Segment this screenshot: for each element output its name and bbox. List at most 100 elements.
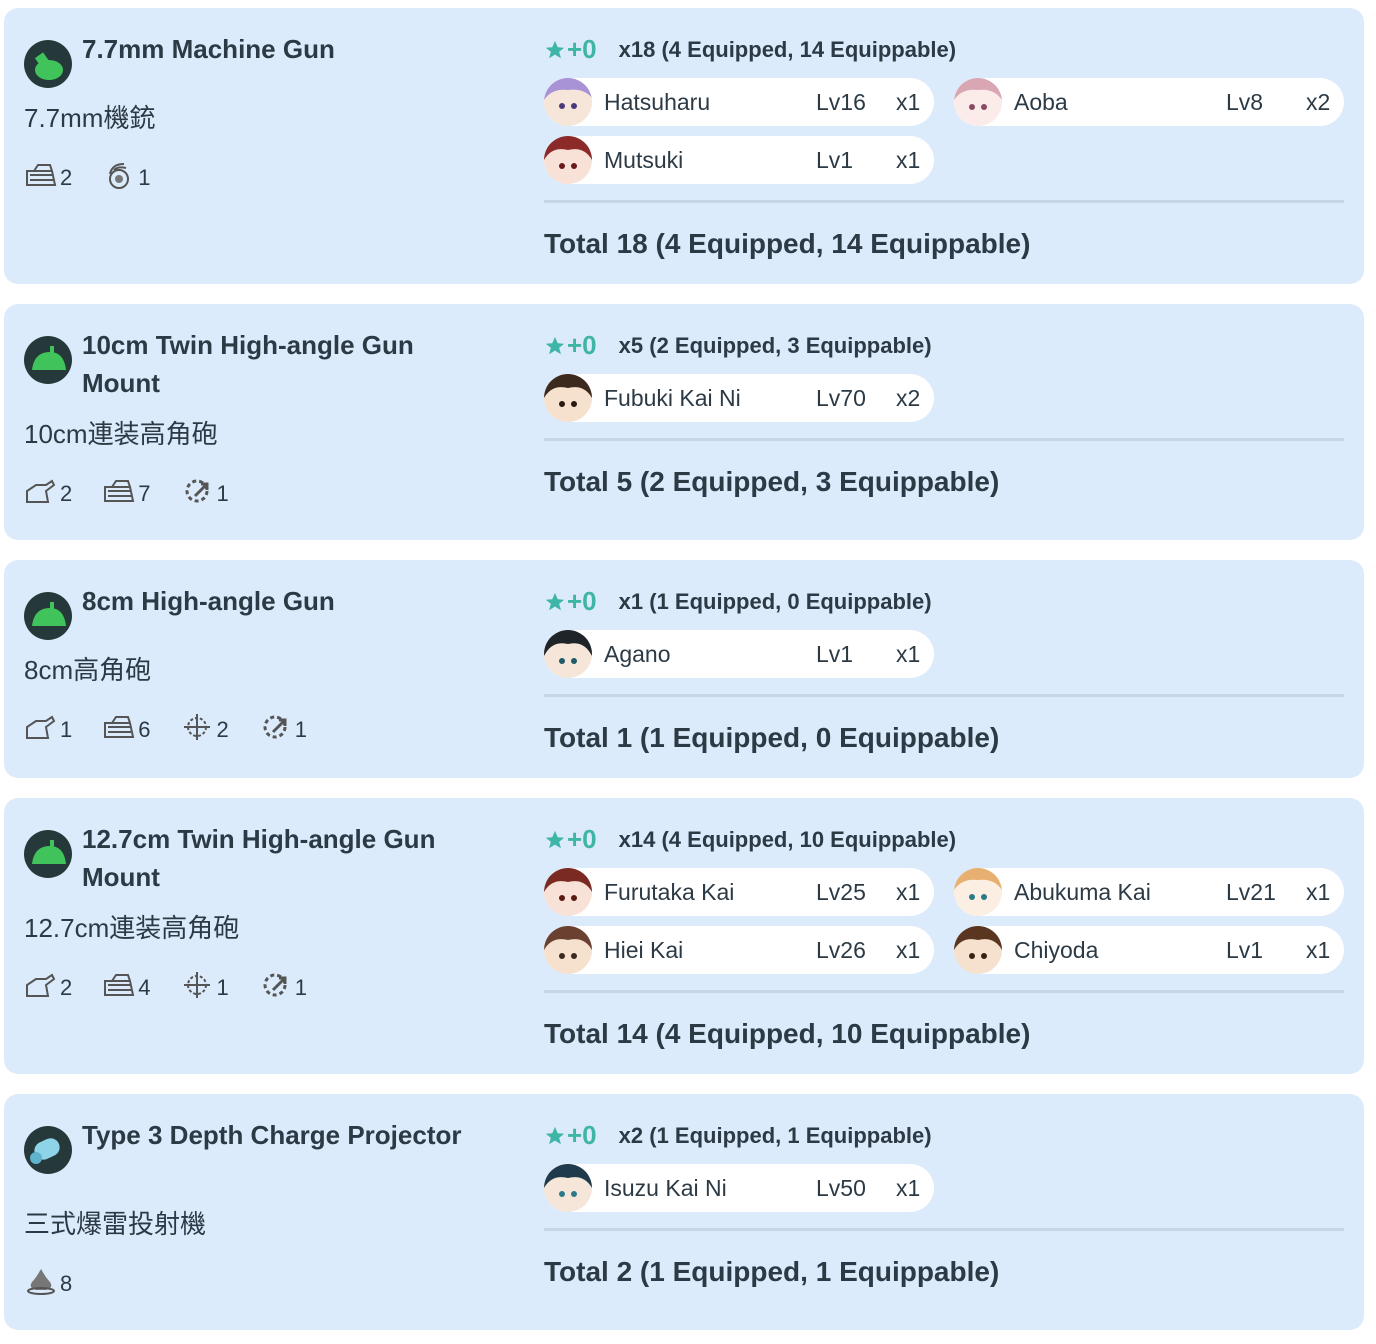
stat-value: 2 [60,165,73,190]
ship-chip[interactable]: Fubuki Kai Ni Lv70 x2 [544,374,934,422]
stat-value: 1 [60,717,73,742]
equipment-name-jp: 三式爆雷投射機 [24,1209,207,1239]
count-text: x18 (4 Equipped, 14 Equippable) [618,36,957,62]
stat-firepower: 2 [24,477,72,511]
ship-level: Lv1 [816,146,854,173]
improvement-level: +0 [544,34,597,65]
stat-value: 1 [216,481,229,506]
equipment-name-jp: 10cm連装高角砲 [24,419,218,449]
total-count: Total 2 (1 Equipped, 1 Equippable) [544,1256,1000,1287]
star-label: +0 [567,586,597,616]
ship-level: Lv1 [1226,936,1264,963]
ship-avatar [544,926,592,974]
stat-evasion: 1 [102,160,151,196]
ship-chip[interactable]: Aoba Lv8 x2 [954,78,1344,126]
divider [544,694,1344,697]
equipment-name: Type 3 Depth Charge Projector [82,1120,462,1150]
stat-anti-air: 6 [102,713,151,747]
stat-armor: 1 [259,970,307,1006]
stat-firepower: 1 [24,713,72,747]
high-angle-gun-icon [24,592,72,640]
ship-qty: x1 [896,936,921,963]
ship-level: Lv16 [816,88,866,115]
ship-name: Abukuma Kai [1014,878,1151,905]
evasion-icon [102,160,138,196]
ship-name: Aoba [1014,88,1068,115]
ship-avatar [544,374,592,422]
ship-chip[interactable]: Abukuma Kai Lv21 x1 [954,868,1344,916]
total-count: Total 5 (2 Equipped, 3 Equippable) [544,466,1000,497]
total-count: Total 14 (4 Equipped, 10 Equippable) [544,1018,1031,1049]
ship-level: Lv70 [816,384,866,411]
stat-value: 1 [216,975,229,1000]
divider [544,990,1344,993]
stat-value: 1 [294,975,307,1000]
stat-list: 1 6 2 1 [24,712,337,748]
ship-level: Lv50 [816,1174,866,1201]
anti-air-icon [102,971,138,1005]
ship-chip[interactable]: Mutsuki Lv1 x1 [544,136,934,184]
count-summary: +0 x1 (1 Equipped, 0 Equippable) [544,586,932,617]
count-text: x1 (1 Equipped, 0 Equippable) [618,588,932,614]
star-label: +0 [567,824,597,854]
aa-gun-icon [24,40,72,88]
ship-level: Lv8 [1226,88,1264,115]
ship-qty: x2 [1306,88,1331,115]
ship-qty: x1 [896,88,921,115]
stat-list: 2 4 1 1 [24,970,337,1006]
equipment-name: 10cm Twin High-angle Gun Mount [82,330,414,398]
firepower-icon [24,971,60,1005]
stat-list: 8 [24,1266,102,1302]
stat-anti-air: 7 [102,477,151,511]
stat-value: 7 [138,481,151,506]
stat-anti-air: 4 [102,971,151,1005]
equipment-card: 12.7cm Twin High-angle Gun Mount 12.7cm連… [4,798,1364,1074]
divider [544,1228,1344,1231]
ship-qty: x1 [896,1174,921,1201]
stat-anti-submarine: 8 [24,1266,72,1302]
ship-qty: x2 [896,384,921,411]
total-count: Total 18 (4 Equipped, 14 Equippable) [544,228,1031,259]
equipment-card: 7.7mm Machine Gun 7.7mm機銃 2 1 +0 x18 (4 … [4,8,1364,284]
equipment-card: Type 3 Depth Charge Projector 三式爆雷投射機 8 … [4,1094,1364,1330]
ship-name: Chiyoda [1014,936,1099,963]
ship-name: Hatsuharu [604,88,711,115]
equipment-name-jp: 7.7mm機銃 [24,103,156,133]
ship-chip[interactable]: Agano Lv1 x1 [544,630,934,678]
ship-avatar [954,926,1002,974]
ship-name: Isuzu Kai Ni [604,1174,727,1201]
ship-avatar [544,868,592,916]
star-label: +0 [567,1120,597,1150]
ship-qty: x1 [1306,878,1331,905]
improvement-level: +0 [544,1120,597,1151]
armor-icon [259,712,295,748]
accuracy-icon [181,970,217,1006]
ship-chip[interactable]: Furutaka Kai Lv25 x1 [544,868,934,916]
high-angle-gun-icon [24,830,72,878]
equipment-name: 12.7cm Twin High-angle Gun Mount [82,824,436,892]
stat-list: 2 1 [24,160,181,196]
anti-submarine-icon [24,1266,60,1302]
total-count: Total 1 (1 Equipped, 0 Equippable) [544,722,1000,753]
ship-level: Lv1 [816,640,854,667]
count-text: x2 (1 Equipped, 1 Equippable) [618,1122,932,1148]
stat-armor: 1 [181,476,229,512]
ship-chip[interactable]: Hatsuharu Lv16 x1 [544,78,934,126]
stat-value: 1 [138,165,151,190]
count-text: x5 (2 Equipped, 3 Equippable) [618,332,932,358]
ship-chip[interactable]: Isuzu Kai Ni Lv50 x1 [544,1164,934,1212]
high-angle-gun-icon [24,336,72,384]
equipment-name-jp: 8cm高角砲 [24,655,152,685]
divider [544,200,1344,203]
ship-avatar [544,1164,592,1212]
ship-chip[interactable]: Chiyoda Lv1 x1 [954,926,1344,974]
stat-list: 2 7 1 [24,476,259,512]
stat-value: 6 [138,717,151,742]
ship-chip[interactable]: Hiei Kai Lv26 x1 [544,926,934,974]
ship-name: Mutsuki [604,146,684,173]
anti-air-icon [102,713,138,747]
stat-armor: 1 [259,712,307,748]
armor-icon [181,476,217,512]
count-summary: +0 x2 (1 Equipped, 1 Equippable) [544,1120,932,1151]
ship-name: Fubuki Kai Ni [604,384,741,411]
